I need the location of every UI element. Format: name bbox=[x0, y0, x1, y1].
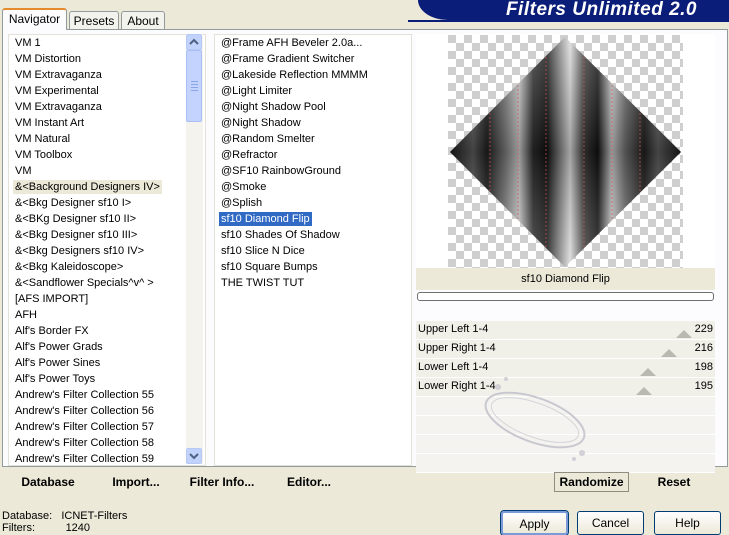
list-item[interactable]: Andrew's Filter Collection 59 bbox=[13, 452, 156, 465]
slider-knob[interactable] bbox=[636, 387, 652, 395]
filters-label: Filters: bbox=[2, 522, 35, 534]
list-item[interactable]: sf10 Shades Of Shadow bbox=[219, 228, 342, 242]
preview-filter-name: sf10 Diamond Flip bbox=[416, 268, 715, 290]
filter-preview-image bbox=[448, 35, 683, 268]
list-item[interactable]: Alf's Power Toys bbox=[13, 372, 97, 386]
randomize-button[interactable]: Randomize bbox=[554, 472, 629, 492]
list-item[interactable]: &<Bkg Kaleidoscope> bbox=[13, 260, 125, 274]
slider-row[interactable]: Upper Left 1-4 229 bbox=[416, 321, 715, 340]
slider-value: 198 bbox=[694, 361, 713, 373]
list-item[interactable]: @SF10 RainbowGround bbox=[219, 164, 343, 178]
reset-button[interactable]: Reset bbox=[648, 472, 700, 492]
filters-count: 1240 bbox=[65, 522, 91, 534]
list-item[interactable]: &<BKg Designer sf10 II> bbox=[13, 212, 138, 226]
slider-value: 195 bbox=[694, 380, 713, 392]
list-item[interactable]: VM Instant Art bbox=[13, 116, 86, 130]
list-item[interactable]: Andrew's Filter Collection 57 bbox=[13, 420, 156, 434]
chevron-down-icon bbox=[189, 453, 199, 460]
import-button[interactable]: Import... bbox=[106, 472, 166, 492]
slider-label: Upper Right 1-4 bbox=[418, 342, 496, 354]
category-scrollbar[interactable] bbox=[186, 34, 203, 464]
tab-about[interactable]: About bbox=[121, 11, 165, 29]
list-item[interactable]: AFH bbox=[13, 308, 39, 322]
help-button[interactable]: Help bbox=[654, 511, 721, 535]
list-item[interactable]: Alf's Power Sines bbox=[13, 356, 102, 370]
list-item[interactable]: VM Extravaganza bbox=[13, 100, 104, 114]
list-item[interactable]: sf10 Diamond Flip bbox=[219, 212, 312, 226]
list-item[interactable]: VM Extravaganza bbox=[13, 68, 104, 82]
banner-underline bbox=[408, 20, 729, 22]
list-item[interactable]: &<Bkg Designer sf10 I> bbox=[13, 196, 133, 210]
editor-button[interactable]: Editor... bbox=[282, 472, 336, 492]
list-item[interactable]: @Lakeside Reflection MMMM bbox=[219, 68, 370, 82]
list-item[interactable]: THE TWIST TUT bbox=[219, 276, 306, 290]
slider-row[interactable]: Upper Right 1-4 216 bbox=[416, 340, 715, 359]
list-item[interactable]: VM Distortion bbox=[13, 52, 83, 66]
tab-presets[interactable]: Presets bbox=[69, 11, 119, 29]
list-item[interactable]: VM 1 bbox=[13, 36, 43, 50]
list-item[interactable]: Alf's Power Grads bbox=[13, 340, 105, 354]
slider-value: 229 bbox=[694, 323, 713, 335]
filter-list[interactable]: @Frame AFH Beveler 2.0a... @Frame Gradien… bbox=[214, 34, 412, 466]
cancel-button[interactable]: Cancel bbox=[577, 511, 644, 535]
list-item[interactable]: sf10 Slice N Dice bbox=[219, 244, 307, 258]
list-item[interactable]: @Smoke bbox=[219, 180, 268, 194]
slider-knob[interactable] bbox=[661, 349, 677, 357]
list-item[interactable]: @Refractor bbox=[219, 148, 279, 162]
chevron-up-icon bbox=[189, 38, 199, 45]
list-item[interactable]: @Frame AFH Beveler 2.0a... bbox=[219, 36, 364, 50]
filter-info-button[interactable]: Filter Info... bbox=[186, 472, 258, 492]
list-item[interactable]: &<Bkg Designers sf10 IV> bbox=[13, 244, 146, 258]
list-item[interactable]: Andrew's Filter Collection 55 bbox=[13, 388, 156, 402]
list-item[interactable]: @Light Limiter bbox=[219, 84, 294, 98]
progress-bar bbox=[417, 292, 714, 301]
scroll-thumb[interactable] bbox=[186, 50, 202, 122]
list-item[interactable]: VM Toolbox bbox=[13, 148, 74, 162]
list-item[interactable]: Andrew's Filter Collection 58 bbox=[13, 436, 156, 450]
apply-button[interactable]: Apply bbox=[501, 511, 568, 535]
scroll-down-button[interactable] bbox=[186, 448, 202, 464]
database-button[interactable]: Database bbox=[14, 472, 82, 492]
list-item[interactable]: [AFS IMPORT] bbox=[13, 292, 90, 306]
list-item[interactable]: &<Background Designers IV> bbox=[13, 180, 162, 194]
database-label: Database: bbox=[2, 510, 53, 522]
watermark-logo bbox=[484, 377, 586, 461]
list-item[interactable]: &<Sandflower Specials^v^ > bbox=[13, 276, 156, 290]
slider-knob[interactable] bbox=[640, 368, 656, 376]
app-title-banner: Filters Unlimited 2.0 bbox=[418, 0, 729, 20]
list-item[interactable]: @Night Shadow bbox=[219, 116, 303, 130]
category-list[interactable]: VM 1 VM Distortion VM Extravaganza VM Exper… bbox=[8, 34, 206, 466]
list-item[interactable]: &<Bkg Designer sf10 III> bbox=[13, 228, 139, 242]
list-item[interactable]: @Splish bbox=[219, 196, 264, 210]
slider-value: 216 bbox=[694, 342, 713, 354]
scroll-up-button[interactable] bbox=[186, 34, 202, 50]
list-item[interactable]: @Frame Gradient Switcher bbox=[219, 52, 356, 66]
tab-navigator[interactable]: Navigator bbox=[2, 8, 67, 30]
list-item[interactable]: @Random Smelter bbox=[219, 132, 317, 146]
list-item[interactable]: sf10 Square Bumps bbox=[219, 260, 320, 274]
list-item[interactable]: VM Natural bbox=[13, 132, 72, 146]
list-item[interactable]: VM bbox=[13, 164, 34, 178]
list-item[interactable]: Andrew's Filter Collection 56 bbox=[13, 404, 156, 418]
list-item[interactable]: Alf's Border FX bbox=[13, 324, 91, 338]
list-item[interactable]: VM Experimental bbox=[13, 84, 101, 98]
database-value: ICNET-Filters bbox=[61, 510, 128, 522]
slider-knob[interactable] bbox=[676, 330, 692, 338]
slider-label: Upper Left 1-4 bbox=[418, 323, 489, 335]
list-item[interactable]: @Night Shadow Pool bbox=[219, 100, 328, 114]
status-info: Database: ICNET-Filters Filters: 1240 bbox=[2, 510, 127, 534]
